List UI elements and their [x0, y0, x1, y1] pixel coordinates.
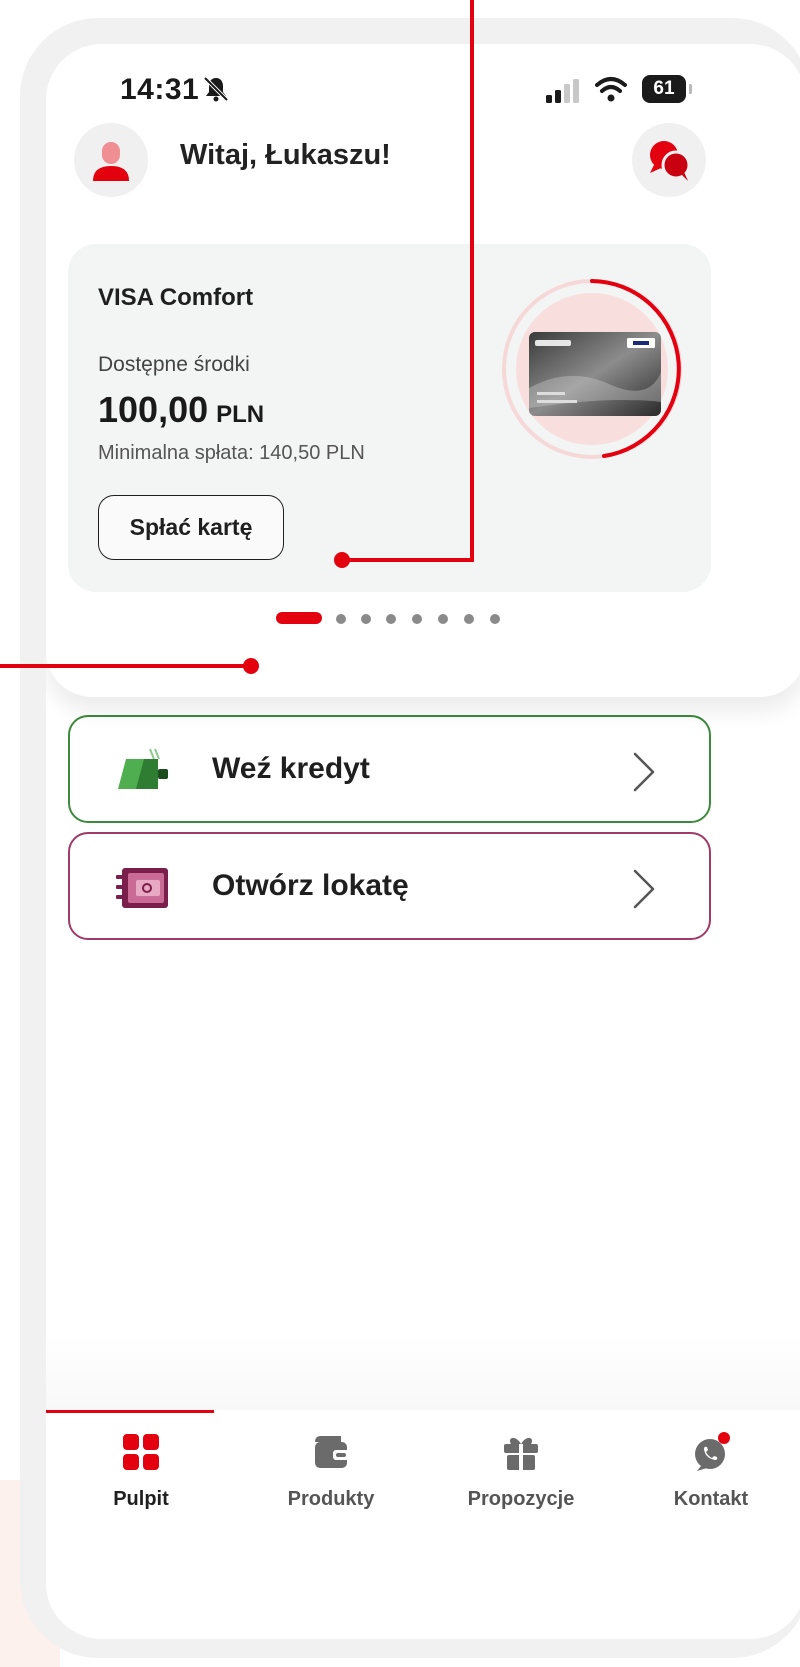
pay-card-button[interactable]: Spłać kartę [98, 495, 284, 560]
gift-icon [504, 1437, 538, 1470]
signal-icon [546, 79, 579, 103]
avatar[interactable] [74, 123, 148, 197]
pagination-dot-active[interactable] [276, 612, 322, 624]
chat-icon [650, 141, 691, 181]
take-loan-label: Weź kredyt [212, 752, 370, 785]
dashboard-icon [123, 1434, 159, 1470]
chevron-right-icon [633, 752, 655, 792]
notification-dot [718, 1432, 730, 1444]
pagination-dot[interactable] [464, 614, 474, 624]
greeting-text: Witaj, Łukaszu! [180, 139, 391, 171]
tab-produkty[interactable]: Produkty [236, 1410, 426, 1540]
available-funds-label: Dostępne środki [98, 353, 250, 376]
pagination-dot[interactable] [490, 614, 500, 624]
tab-produkty-label: Produkty [287, 1488, 375, 1510]
bottom-tab-bar: Pulpit Produkty Propozycje Kontakt [46, 1410, 800, 1639]
tab-propozycje[interactable]: Propozycje [426, 1410, 616, 1540]
safe-icon [116, 868, 168, 908]
pagination-dot[interactable] [386, 614, 396, 624]
wallet-icon [118, 748, 168, 789]
chat-button[interactable] [632, 123, 706, 197]
tab-pulpit[interactable]: Pulpit [46, 1410, 236, 1540]
amount-value: 100,00 [98, 389, 209, 430]
credit-card-image [529, 332, 661, 416]
card-name: VISA Comfort [98, 284, 254, 311]
tab-propozycje-label: Propozycje [467, 1488, 575, 1510]
wifi-icon [595, 77, 627, 102]
pagination-dot[interactable] [438, 614, 448, 624]
available-funds-amount: 100,00 PLN [98, 389, 264, 431]
carousel-pagination[interactable] [46, 610, 800, 630]
open-deposit-button[interactable]: Otwórz lokatę [68, 832, 711, 940]
tab-kontakt-label: Kontakt [673, 1488, 749, 1510]
wallet-icon [315, 1436, 349, 1468]
take-loan-button[interactable]: Weź kredyt [68, 715, 711, 823]
bell-muted-icon [203, 76, 229, 102]
pagination-dot[interactable] [412, 614, 422, 624]
pagination-dot[interactable] [336, 614, 346, 624]
battery-indicator: 61 [642, 75, 692, 103]
tab-pulpit-label: Pulpit [113, 1488, 169, 1510]
card-carousel-item[interactable]: VISA Comfort Dostępne środki 100,00 PLN M… [68, 244, 711, 592]
chevron-right-icon [633, 869, 655, 909]
status-bar: 14:31 61 [46, 44, 800, 114]
tab-kontakt[interactable]: Kontakt [616, 1410, 800, 1540]
user-icon [93, 142, 129, 181]
open-deposit-label: Otwórz lokatę [212, 869, 409, 902]
amount-currency: PLN [216, 401, 265, 428]
header-card: 14:31 61 Witaj, Łukaszu! VISA Comfort Do… [46, 44, 800, 697]
status-time: 14:31 [120, 73, 200, 106]
phone-screen: 14:31 61 Witaj, Łukaszu! VISA Comfort Do… [46, 44, 800, 1639]
pagination-dot[interactable] [361, 614, 371, 624]
contact-icon [695, 1432, 730, 1471]
minimum-payment: Minimalna spłata: 140,50 PLN [98, 442, 365, 464]
